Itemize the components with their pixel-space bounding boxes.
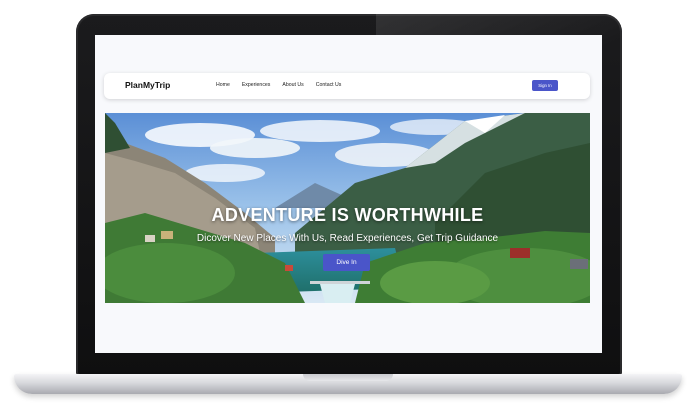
navbar: PlanMyTrip Home Experiences About Us Con…	[104, 73, 590, 99]
nav-link-about-us[interactable]: About Us	[282, 82, 303, 88]
nav-link-contact-us[interactable]: Contact Us	[316, 82, 342, 88]
hero-section: ADVENTURE IS WORTHWHILE Dicover New Plac…	[105, 113, 590, 303]
nav-link-home[interactable]: Home	[216, 82, 230, 88]
dive-in-button[interactable]: Dive In	[323, 254, 370, 271]
laptop-base-notch	[303, 374, 393, 381]
nav-link-experiences[interactable]: Experiences	[242, 82, 271, 88]
brand-logo[interactable]: PlanMyTrip	[125, 80, 170, 90]
web-page: PlanMyTrip Home Experiences About Us Con…	[95, 35, 602, 353]
hero-subtitle: Dicover New Places With Us, Read Experie…	[196, 233, 499, 244]
hero-title: ADVENTURE IS WORTHWHILE	[211, 205, 484, 225]
sign-in-button[interactable]: Sign In	[532, 80, 558, 91]
nav-links: Home Experiences About Us Contact Us	[216, 82, 341, 88]
laptop-screen: PlanMyTrip Home Experiences About Us Con…	[95, 35, 602, 353]
